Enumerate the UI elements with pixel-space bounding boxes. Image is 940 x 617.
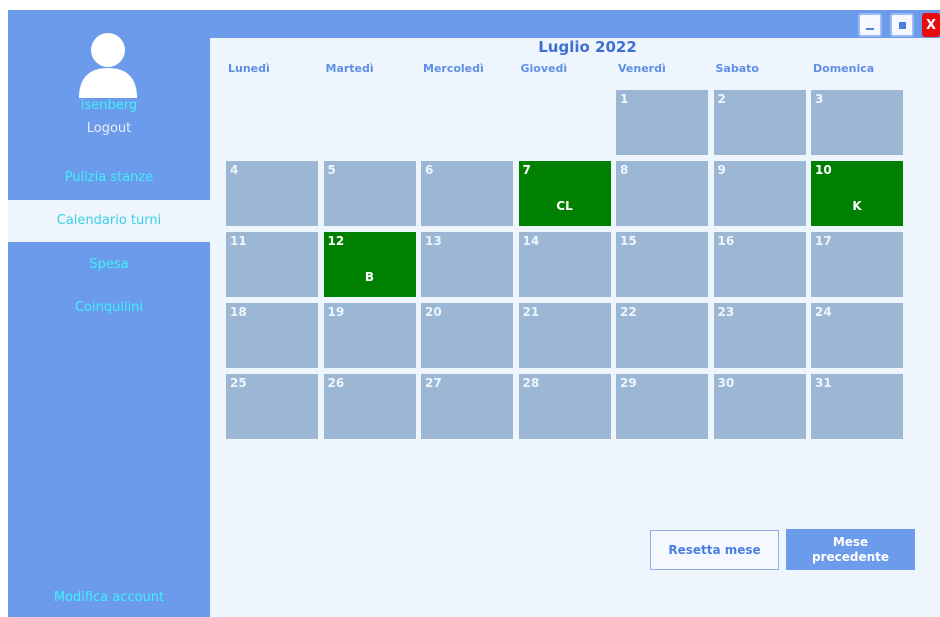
turn-code: CL (556, 199, 573, 213)
close-icon: X (925, 17, 937, 33)
day-number: 11 (230, 234, 247, 248)
day-number: 8 (620, 163, 629, 177)
day-number: 1 (620, 92, 629, 106)
username: isenberg (80, 98, 138, 113)
turn-code: B (364, 270, 375, 284)
turn-code: K (852, 199, 862, 213)
calendar-day-cell[interactable]: 9 (713, 161, 806, 226)
calendar-day-cell[interactable]: 30 (713, 374, 806, 439)
calendar-day-cell[interactable]: 8 (616, 161, 708, 226)
calendar-day-cell[interactable]: 27 (421, 374, 513, 439)
close-button[interactable]: X (922, 13, 940, 37)
day-number: 14 (522, 234, 540, 248)
minimize-icon (866, 28, 874, 30)
calendar-day-cell[interactable]: 5 (323, 161, 416, 226)
calendar-day-cell[interactable]: 26 (323, 374, 416, 439)
maximize-button[interactable] (890, 13, 914, 37)
day-number: 17 (815, 234, 832, 248)
calendar-day-cell[interactable]: 16 (713, 232, 806, 297)
nav-item-spesa[interactable]: Spesa (8, 244, 210, 286)
previous-month-button[interactable]: Mese precedente (786, 529, 915, 570)
weekday-header: Domenica (813, 62, 875, 75)
calendar-day-cell[interactable]: 20 (421, 303, 513, 368)
calendar-day-cell[interactable]: 25 (226, 374, 318, 439)
calendar-day-cell[interactable]: 31 (811, 374, 903, 439)
weekday-header: Sabato (715, 62, 759, 75)
calendar-day-cell[interactable]: 13 (421, 232, 513, 297)
calendar-day-cell[interactable]: 28 (518, 374, 611, 439)
weekday-header: Venerdì (618, 62, 666, 75)
day-number: 20 (425, 305, 442, 319)
day-number: 15 (620, 234, 637, 248)
day-number: 24 (815, 305, 832, 319)
day-number: 6 (425, 163, 434, 177)
day-number: 9 (717, 163, 726, 177)
day-number: 16 (717, 234, 735, 248)
day-number: 30 (717, 376, 735, 390)
day-number: 28 (522, 376, 540, 390)
previous-month-label: Mese precedente (811, 534, 890, 564)
day-number: 10 (815, 163, 832, 177)
window-controls: X (858, 13, 940, 37)
calendar-day-cell[interactable]: 12 B (323, 232, 416, 297)
weekday-header: Martedì (325, 62, 374, 75)
day-number: 13 (425, 234, 442, 248)
day-number: 25 (230, 376, 247, 390)
calendar-day-cell[interactable]: 11 (226, 232, 318, 297)
calendar-day-cell[interactable]: 3 (811, 90, 903, 155)
calendar-day-cell[interactable]: 7 CL (518, 161, 611, 226)
calendar-day-cell[interactable]: 22 (616, 303, 708, 368)
day-number: 31 (815, 376, 832, 390)
calendar-day-cell[interactable]: 29 (616, 374, 708, 439)
day-number: 23 (717, 305, 735, 319)
calendar-day-cell[interactable]: 21 (518, 303, 611, 368)
sidebar: isenberg Logout Pulizia stanze Calendari… (8, 10, 210, 617)
day-number: 18 (230, 305, 247, 319)
day-number: 22 (620, 305, 637, 319)
day-number: 4 (230, 163, 239, 177)
calendar-day-cell[interactable]: 24 (811, 303, 903, 368)
day-number: 12 (327, 234, 345, 248)
day-number: 7 (522, 163, 531, 177)
calendar-day-cell[interactable]: 23 (713, 303, 806, 368)
calendar-day-cell[interactable]: 10 K (811, 161, 903, 226)
day-number: 29 (620, 376, 637, 390)
calendar-day-cell[interactable]: 2 (713, 90, 806, 155)
calendar-day-cell[interactable]: 19 (323, 303, 416, 368)
calendar-day-cell[interactable]: 1 (616, 90, 708, 155)
modify-account-link[interactable]: Modifica account (8, 590, 210, 605)
month-title: Luglio 2022 (538, 38, 637, 56)
day-number: 3 (815, 92, 824, 106)
logout-link[interactable]: Logout (8, 121, 210, 136)
user-avatar-icon (79, 33, 137, 98)
minimize-button[interactable] (858, 13, 882, 37)
reset-month-button[interactable]: Resetta mese (650, 530, 779, 570)
maximize-icon (898, 21, 906, 29)
nav-item-pulizia-stanze[interactable]: Pulizia stanze (8, 157, 210, 199)
calendar-day-cell[interactable]: 17 (811, 232, 903, 297)
app-window: X isenberg Logout Pulizia stanze Calenda… (8, 10, 940, 617)
day-number: 26 (327, 376, 345, 390)
weekday-header: Giovedì (520, 62, 568, 75)
weekday-header: Mercoledì (423, 62, 484, 75)
nav-item-coinquilini[interactable]: Coinquilini (8, 287, 210, 329)
weekday-header: Lunedì (228, 62, 270, 75)
day-number: 5 (327, 163, 336, 177)
calendar-day-cell[interactable]: 15 (616, 232, 708, 297)
day-number: 21 (522, 305, 540, 319)
nav-item-calendario-turni[interactable]: Calendario turni (8, 200, 210, 242)
calendar-day-cell[interactable]: 18 (226, 303, 318, 368)
calendar-day-cell[interactable]: 4 (226, 161, 318, 226)
calendar-day-cell[interactable]: 6 (421, 161, 513, 226)
day-number: 19 (327, 305, 345, 319)
day-number: 2 (717, 92, 726, 106)
day-number: 27 (425, 376, 442, 390)
calendar-day-cell[interactable]: 14 (518, 232, 611, 297)
